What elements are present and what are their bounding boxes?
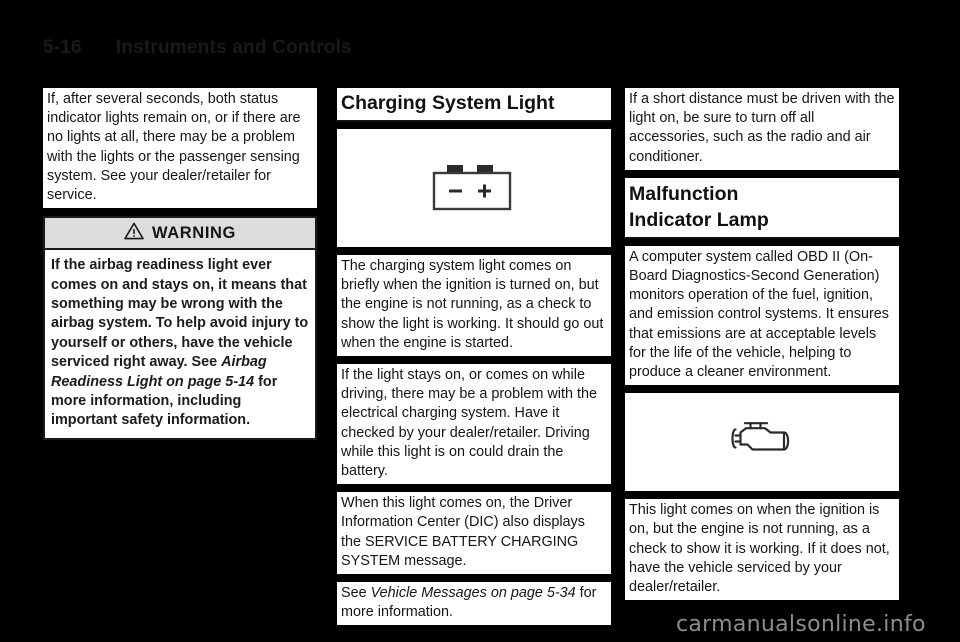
engine-figure xyxy=(625,393,899,492)
heading-line-1: Malfunction xyxy=(629,182,739,205)
charging-paragraph-1-block: The charging system light comes on brief… xyxy=(337,255,611,357)
intro-paragraph-block: If, after several seconds, both status i… xyxy=(43,88,317,209)
short-distance-paragraph-block: If a short distance must be driven with … xyxy=(625,88,899,170)
charging-system-light-heading: Charging System Light xyxy=(337,88,611,122)
warning-bar: WARNING xyxy=(45,218,315,251)
warning-box: WARNING If the airbag readiness light ev… xyxy=(43,216,317,440)
obd-paragraph-block: A computer system called OBD II (On-Boar… xyxy=(625,245,899,386)
column-3: If a short distance must be driven with … xyxy=(625,88,899,608)
charging-paragraph-3-block: When this light comes on, the Driver Inf… xyxy=(337,492,611,575)
battery-figure xyxy=(337,129,611,247)
page-header: 5-16 Instruments and Controls xyxy=(43,33,603,63)
vehicle-messages-reference: Vehicle Messages on page 5-34 xyxy=(370,585,576,602)
warning-triangle-icon xyxy=(124,222,144,245)
charging-paragraph-4: See Vehicle Messages on page 5-34 for mo… xyxy=(341,584,607,622)
mil-paragraph: This light comes on when the ignition is… xyxy=(629,502,890,596)
battery-icon xyxy=(429,160,519,217)
warning-label: WARNING xyxy=(152,223,236,242)
intro-paragraph: If, after several seconds, both status i… xyxy=(47,91,301,204)
charging-paragraph-4-block: See Vehicle Messages on page 5-34 for mo… xyxy=(337,582,611,626)
page-number: 5-16 xyxy=(43,37,82,58)
see-text: See xyxy=(341,585,371,602)
engine-malfunction-icon xyxy=(727,419,797,466)
mil-paragraph-block: This light comes on when the ignition is… xyxy=(625,499,899,601)
page-title: Instruments and Controls xyxy=(115,37,352,58)
column-1: If, after several seconds, both status i… xyxy=(43,88,317,449)
warning-text-part1: If the airbag readiness light ever comes… xyxy=(51,257,309,371)
charging-paragraph-1: The charging system light comes on brief… xyxy=(341,258,604,351)
manual-page: 5-16 Instruments and Controls If, after … xyxy=(0,0,960,642)
warning-body: If the airbag readiness light ever comes… xyxy=(45,250,315,438)
column-2: Charging System Light The charging syste… xyxy=(337,88,611,633)
site-watermark: carmanualsonline.info xyxy=(676,612,926,637)
obd-paragraph: A computer system called OBD II (On-Boar… xyxy=(629,248,889,381)
heading-line-2: Indicator Lamp xyxy=(629,208,769,231)
charging-paragraph-2: If the light stays on, or comes on while… xyxy=(341,367,597,480)
short-distance-paragraph: If a short distance must be driven with … xyxy=(629,91,895,165)
charging-paragraph-3: When this light comes on, the Driver Inf… xyxy=(341,495,585,569)
malfunction-indicator-lamp-heading: Malfunction Indicator Lamp xyxy=(625,177,899,239)
charging-paragraph-2-block: If the light stays on, or comes on while… xyxy=(337,364,611,485)
